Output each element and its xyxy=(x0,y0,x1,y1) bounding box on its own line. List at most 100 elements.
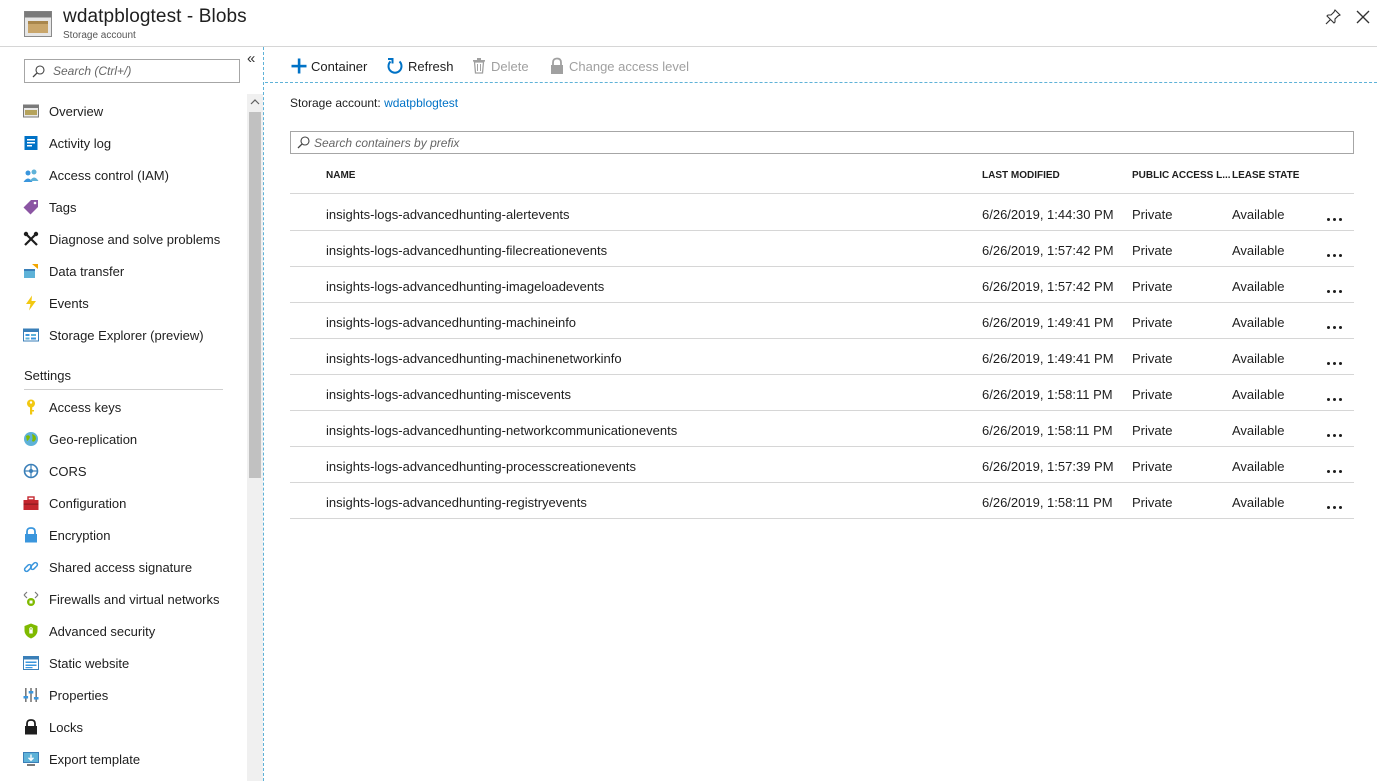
last-modified: 6/26/2019, 1:58:11 PM xyxy=(982,387,1113,402)
container-name[interactable]: insights-logs-advancedhunting-alertevent… xyxy=(326,207,570,222)
storage-account-link[interactable]: wdatpblogtest xyxy=(384,96,458,110)
delete-button[interactable]: Delete xyxy=(470,56,540,76)
change-access-level-button[interactable]: Change access level xyxy=(548,56,698,76)
storage-account-label: Storage account: xyxy=(290,96,381,110)
menu-item-geo-replication[interactable]: Geo-replication xyxy=(0,423,246,455)
last-modified: 6/26/2019, 1:44:30 PM xyxy=(982,207,1114,222)
menu-item-activity-log[interactable]: Activity log xyxy=(0,127,246,159)
menu-item-storage-explorer[interactable]: Storage Explorer (preview) xyxy=(0,319,246,351)
menu-item-access-control[interactable]: Access control (IAM) xyxy=(0,159,246,191)
container-name[interactable]: insights-logs-advancedhunting-imageloade… xyxy=(326,279,604,294)
resource-menu: « Overview Activity log Access co xyxy=(0,47,264,781)
container-name[interactable]: insights-logs-advancedhunting-registryev… xyxy=(326,495,587,510)
menu-item-label: Access keys xyxy=(49,400,122,415)
menu-item-properties[interactable]: Properties xyxy=(0,679,246,711)
more-options-icon[interactable] xyxy=(1326,495,1344,509)
container-name[interactable]: insights-logs-advancedhunting-miscevents xyxy=(326,387,571,402)
menu-scrollbar[interactable] xyxy=(247,94,263,781)
command-bar: Container Refresh Delete Change access l… xyxy=(265,47,1377,83)
menu-item-static-website[interactable]: Static website xyxy=(0,647,246,679)
table-row[interactable]: insights-logs-advancedhunting-alertevent… xyxy=(290,195,1354,231)
public-access-level: Private xyxy=(1132,315,1173,330)
add-container-button[interactable]: Container xyxy=(290,56,370,76)
pin-icon[interactable] xyxy=(1325,9,1341,25)
column-header-name[interactable]: NAME xyxy=(326,170,355,181)
table-row[interactable]: insights-logs-advancedhunting-filecreati… xyxy=(290,231,1354,267)
delete-label: Delete xyxy=(491,59,529,74)
menu-item-configuration[interactable]: Configuration xyxy=(0,487,246,519)
more-options-icon[interactable] xyxy=(1326,423,1344,437)
menu-search-box[interactable] xyxy=(24,59,240,83)
last-modified: 6/26/2019, 1:58:11 PM xyxy=(982,423,1113,438)
lease-state: Available xyxy=(1232,423,1285,438)
menu-item-label: Properties xyxy=(49,688,109,703)
table-row[interactable]: insights-logs-advancedhunting-machinenet… xyxy=(290,339,1354,375)
container-name[interactable]: insights-logs-advancedhunting-networkcom… xyxy=(326,423,677,438)
blade-header: wdatpblogtest - Blobs Storage account xyxy=(0,0,1377,47)
container-name[interactable]: insights-logs-advancedhunting-machinenet… xyxy=(326,351,622,366)
table-row[interactable]: insights-logs-advancedhunting-miscevents… xyxy=(290,375,1354,411)
container-name[interactable]: insights-logs-advancedhunting-filecreati… xyxy=(326,243,607,258)
refresh-button[interactable]: Refresh xyxy=(386,56,456,76)
column-header-public-access[interactable]: PUBLIC ACCESS L... xyxy=(1132,170,1231,181)
table-row[interactable]: insights-logs-advancedhunting-processcre… xyxy=(290,447,1354,483)
menu-item-locks[interactable]: Locks xyxy=(0,711,246,743)
more-options-icon[interactable] xyxy=(1326,243,1344,257)
menu-item-encryption[interactable]: Encryption xyxy=(0,519,246,551)
menu-item-cors[interactable]: CORS xyxy=(0,455,246,487)
more-options-icon[interactable] xyxy=(1326,315,1344,329)
menu-item-label: Firewalls and virtual networks xyxy=(49,592,220,607)
menu-item-export-template[interactable]: Export template xyxy=(0,743,246,775)
table-row[interactable]: insights-logs-advancedhunting-machineinf… xyxy=(290,303,1354,339)
settings-divider xyxy=(24,389,223,390)
change-access-level-label: Change access level xyxy=(569,59,689,74)
lease-state: Available xyxy=(1232,243,1285,258)
table-row[interactable]: insights-logs-advancedhunting-imageloade… xyxy=(290,267,1354,303)
container-name[interactable]: insights-logs-advancedhunting-processcre… xyxy=(326,459,636,474)
menu-item-label: Locks xyxy=(49,720,83,735)
column-header-last-modified[interactable]: LAST MODIFIED xyxy=(982,170,1060,181)
data-transfer-icon xyxy=(24,264,38,278)
menu-item-tags[interactable]: Tags xyxy=(0,191,246,223)
menu-item-shared-access-signature[interactable]: Shared access signature xyxy=(0,551,246,583)
menu-item-label: Advanced security xyxy=(49,624,156,639)
menu-item-data-transfer[interactable]: Data transfer xyxy=(0,255,246,287)
more-options-icon[interactable] xyxy=(1326,207,1344,221)
table-row[interactable]: insights-logs-advancedhunting-networkcom… xyxy=(290,411,1354,447)
key-icon xyxy=(27,399,35,415)
scrollbar-thumb[interactable] xyxy=(249,112,261,478)
lock-icon xyxy=(25,527,37,543)
container-search-input[interactable] xyxy=(314,135,914,151)
more-options-icon[interactable] xyxy=(1326,459,1344,473)
table-row[interactable]: insights-logs-advancedhunting-registryev… xyxy=(290,483,1354,519)
scroll-up-arrow-icon[interactable] xyxy=(247,94,263,110)
last-modified: 6/26/2019, 1:57:39 PM xyxy=(982,459,1114,474)
add-container-label: Container xyxy=(311,59,368,74)
close-icon[interactable] xyxy=(1355,9,1371,25)
lease-state: Available xyxy=(1232,351,1285,366)
menu-item-label: Shared access signature xyxy=(49,560,193,575)
menu-item-overview[interactable]: Overview xyxy=(0,95,246,127)
column-header-lease-state[interactable]: LEASE STATE xyxy=(1232,170,1299,181)
collapse-menu-button[interactable]: « xyxy=(247,51,255,67)
shield-icon xyxy=(24,623,38,639)
more-options-icon[interactable] xyxy=(1326,387,1344,401)
more-options-icon[interactable] xyxy=(1326,351,1344,365)
activity-log-icon xyxy=(24,136,38,150)
menu-item-firewalls[interactable]: Firewalls and virtual networks xyxy=(0,583,246,615)
menu-item-label: Geo-replication xyxy=(49,432,138,447)
menu-search-input[interactable] xyxy=(53,63,233,79)
container-name[interactable]: insights-logs-advancedhunting-machineinf… xyxy=(326,315,576,330)
menu-item-access-keys[interactable]: Access keys xyxy=(0,391,246,423)
lightning-icon xyxy=(26,295,36,311)
padlock-icon xyxy=(25,719,37,735)
menu-item-advanced-security[interactable]: Advanced security xyxy=(0,615,246,647)
public-access-level: Private xyxy=(1132,387,1173,402)
overview-icon xyxy=(23,104,39,118)
more-options-icon[interactable] xyxy=(1326,279,1344,293)
menu-item-label: Overview xyxy=(49,104,104,119)
menu-item-diagnose[interactable]: Diagnose and solve problems xyxy=(0,223,246,255)
link-icon xyxy=(23,561,39,573)
menu-item-events[interactable]: Events xyxy=(0,287,246,319)
container-search-box[interactable] xyxy=(290,131,1354,154)
